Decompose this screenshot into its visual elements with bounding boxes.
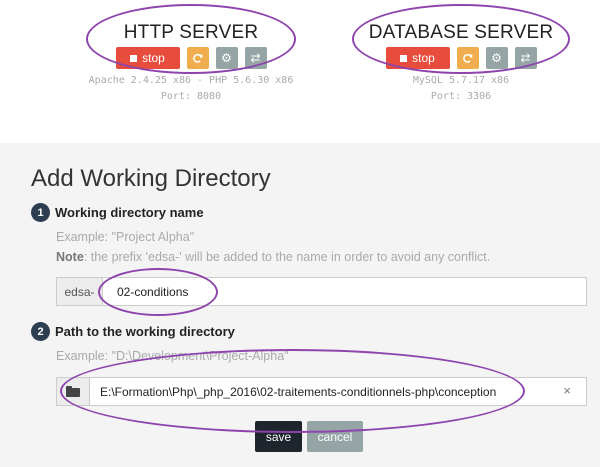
http-stop-button[interactable]: stop <box>115 47 180 69</box>
exchange-icon: ⇄ <box>250 51 261 65</box>
database-switch-button[interactable]: ⇄ <box>514 47 537 69</box>
add-directory-panel: Add Working Directory 1 Working director… <box>0 143 600 467</box>
database-stop-label: stop <box>412 51 435 65</box>
database-server-info: MySQL 5.7.17 x86 Port: 3306 <box>352 73 570 105</box>
step-1-label: Working directory name <box>55 205 204 220</box>
save-button[interactable]: save <box>255 421 302 452</box>
gear-icon: ⚙ <box>491 51 502 65</box>
database-server-port: Port: 3306 <box>430 91 492 102</box>
step-2-heading: 2 Path to the working directory <box>31 322 235 341</box>
http-server-card: HTTP SERVER stop ⚙ ⇄ Apache 2.4.25 x86 -… <box>86 0 296 105</box>
name-note: Note: the prefix 'edsa-' will be added t… <box>56 250 490 264</box>
gear-icon: ⚙ <box>221 51 232 65</box>
note-text: : the prefix 'edsa-' will be added to th… <box>83 250 491 264</box>
exchange-icon: ⇄ <box>520 51 531 65</box>
stop-icon <box>130 54 138 62</box>
path-example: Example: "D:\Development\Project-Alpha" <box>56 349 289 363</box>
http-restart-button[interactable] <box>186 47 209 69</box>
close-icon[interactable]: × <box>563 383 571 398</box>
step-2-label: Path to the working directory <box>55 324 235 339</box>
http-server-version: Apache 2.4.25 x86 - PHP 5.6.30 x86 <box>88 75 294 86</box>
note-label: Note <box>56 250 84 264</box>
http-server-info: Apache 2.4.25 x86 - PHP 5.6.30 x86 Port:… <box>86 73 296 105</box>
database-server-version: MySQL 5.7.17 x86 <box>412 75 510 86</box>
name-prefix: edsa- <box>56 277 102 306</box>
database-settings-button[interactable]: ⚙ <box>485 47 508 69</box>
http-settings-button[interactable]: ⚙ <box>215 47 238 69</box>
directory-name-group: edsa- 02-conditions <box>56 277 587 306</box>
refresh-icon <box>193 53 203 63</box>
step-2-badge: 2 <box>31 322 50 341</box>
http-server-controls: stop ⚙ ⇄ <box>86 47 296 69</box>
step-1-badge: 1 <box>31 203 50 222</box>
http-switch-button[interactable]: ⇄ <box>244 47 267 69</box>
http-server-port: Port: 8080 <box>160 91 222 102</box>
name-example: Example: "Project Alpha" <box>56 230 195 244</box>
database-stop-button[interactable]: stop <box>385 47 450 69</box>
stop-icon <box>400 54 408 62</box>
directory-path-group: E:\Formation\Php\_php_2016\02-traitement… <box>56 377 587 406</box>
http-server-title: HTTP SERVER <box>123 22 259 43</box>
browse-folder-button[interactable] <box>56 377 89 406</box>
refresh-icon <box>463 53 473 63</box>
folder-open-icon <box>66 386 80 397</box>
directory-path-input[interactable]: E:\Formation\Php\_php_2016\02-traitement… <box>89 377 587 406</box>
database-restart-button[interactable] <box>456 47 479 69</box>
page-title: Add Working Directory <box>31 165 271 192</box>
servers-section: HTTP SERVER stop ⚙ ⇄ Apache 2.4.25 x86 -… <box>0 0 600 143</box>
directory-name-input[interactable]: 02-conditions <box>102 277 587 306</box>
database-server-title: DATABASE SERVER <box>368 22 554 43</box>
database-server-controls: stop ⚙ ⇄ <box>352 47 570 69</box>
cancel-button[interactable]: cancel <box>307 421 363 452</box>
database-server-card: DATABASE SERVER stop ⚙ ⇄ MySQL 5.7.17 x8… <box>352 0 570 105</box>
http-stop-label: stop <box>142 51 165 65</box>
step-1-heading: 1 Working directory name <box>31 203 204 222</box>
